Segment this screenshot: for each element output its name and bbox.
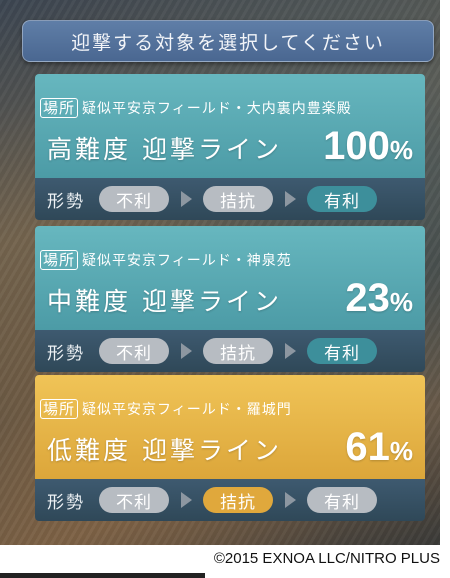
percent-sign: % xyxy=(389,436,413,466)
instruction-banner: 迎撃する対象を選択してください xyxy=(22,20,434,62)
location-tag: 場所 xyxy=(40,250,79,270)
state-disadvantage: 不利 xyxy=(99,186,169,212)
copyright-notice: ©2015 EXNOA LLC/NITRO PLUS xyxy=(213,550,440,567)
location-line: 場所 疑似平安京フィールド・羅城門 xyxy=(40,399,292,419)
situation-bar: 形勢 不利 拮抗 有利 xyxy=(35,479,425,521)
arrow-right-icon xyxy=(181,492,192,508)
situation-label: 形勢 xyxy=(47,343,85,364)
situation-bar: 形勢 不利 拮抗 有利 xyxy=(35,178,425,220)
location-line: 場所 疑似平安京フィールド・大内裏内豊楽殿 xyxy=(40,98,352,118)
difficulty-label: 高難度 迎撃ライン xyxy=(47,135,282,164)
state-even: 拮抗 xyxy=(203,186,273,212)
state-advantage: 有利 xyxy=(307,186,377,212)
location-tag: 場所 xyxy=(40,399,79,419)
state-disadvantage: 不利 xyxy=(99,338,169,364)
percent-value: 100 xyxy=(323,124,390,168)
target-card-medium[interactable]: 場所 疑似平安京フィールド・神泉苑 中難度 迎撃ライン 23% 形勢 不利 拮抗… xyxy=(35,226,425,372)
arrow-right-icon xyxy=(285,343,296,359)
progress-percent: 23% xyxy=(345,276,413,321)
instruction-text: 迎撃する対象を選択してください xyxy=(71,31,385,54)
state-even: 拮抗 xyxy=(203,338,273,364)
state-even: 拮抗 xyxy=(203,487,273,513)
percent-value: 23 xyxy=(345,276,390,320)
progress-percent: 61% xyxy=(345,425,413,470)
situation-label: 形勢 xyxy=(47,492,85,513)
location-name: 疑似平安京フィールド・羅城門 xyxy=(82,402,292,418)
situation-label: 形勢 xyxy=(47,191,85,212)
bottom-edge-bar xyxy=(0,573,205,578)
percent-value: 61 xyxy=(345,425,390,469)
percent-sign: % xyxy=(389,135,413,165)
percent-sign: % xyxy=(389,287,413,317)
difficulty-label: 中難度 迎撃ライン xyxy=(47,287,282,316)
arrow-right-icon xyxy=(285,492,296,508)
arrow-right-icon xyxy=(181,343,192,359)
card-header: 場所 疑似平安京フィールド・羅城門 低難度 迎撃ライン 61% xyxy=(35,375,425,479)
card-header: 場所 疑似平安京フィールド・神泉苑 中難度 迎撃ライン 23% xyxy=(35,226,425,330)
location-tag: 場所 xyxy=(40,98,79,118)
arrow-right-icon xyxy=(181,191,192,207)
location-line: 場所 疑似平安京フィールド・神泉苑 xyxy=(40,250,292,270)
state-advantage: 有利 xyxy=(307,338,377,364)
state-disadvantage: 不利 xyxy=(99,487,169,513)
location-name: 疑似平安京フィールド・大内裏内豊楽殿 xyxy=(82,101,352,117)
arrow-right-icon xyxy=(285,191,296,207)
target-card-high[interactable]: 場所 疑似平安京フィールド・大内裏内豊楽殿 高難度 迎撃ライン 100% 形勢 … xyxy=(35,74,425,220)
state-advantage: 有利 xyxy=(307,487,377,513)
situation-bar: 形勢 不利 拮抗 有利 xyxy=(35,330,425,372)
difficulty-label: 低難度 迎撃ライン xyxy=(47,436,282,465)
card-header: 場所 疑似平安京フィールド・大内裏内豊楽殿 高難度 迎撃ライン 100% xyxy=(35,74,425,178)
target-card-low[interactable]: 場所 疑似平安京フィールド・羅城門 低難度 迎撃ライン 61% 形勢 不利 拮抗… xyxy=(35,375,425,521)
location-name: 疑似平安京フィールド・神泉苑 xyxy=(82,253,292,269)
progress-percent: 100% xyxy=(323,124,413,169)
